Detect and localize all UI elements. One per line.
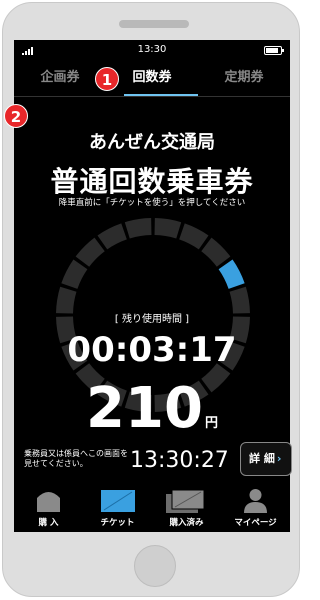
tab-planned-ticket[interactable]: 企画券	[14, 60, 106, 96]
ring-segment	[124, 218, 152, 239]
usage-notice: 降車直前に「チケットを使う」を押してください	[58, 198, 246, 208]
nav-item-mypage[interactable]: マイページ	[221, 484, 290, 532]
ticket-tabs: 企画券 回数券 定期券	[14, 60, 290, 96]
user-icon	[244, 489, 267, 513]
ring-segment	[201, 237, 231, 267]
ring-segment	[154, 218, 182, 239]
nav-item-purchased[interactable]: 購入済み	[152, 484, 221, 532]
detail-button[interactable]: 詳 細 ›	[240, 442, 292, 476]
tab-commuter-pass[interactable]: 定期券	[198, 60, 290, 96]
home-icon	[37, 492, 60, 512]
ring-segment	[75, 237, 105, 267]
nav-item-purchase[interactable]: 購 入	[14, 484, 83, 532]
phone-home-button[interactable]	[134, 545, 176, 587]
fare: 210 円	[14, 376, 290, 441]
bottom-navigation: 購 入 チケット 購入済み マイページ	[14, 484, 290, 532]
staff-instruction: 乗務員又は係員へこの画面を見せてください。	[24, 449, 128, 468]
chevron-right-icon: ›	[276, 452, 282, 465]
annotation-badge-1: 1	[95, 67, 119, 91]
purchased-tickets-icon	[166, 489, 205, 513]
ring-segment-active	[218, 259, 245, 289]
nav-label-purchased: 購入済み	[169, 518, 204, 528]
fare-unit: 円	[204, 416, 218, 431]
nav-label-ticket: チケット	[100, 518, 135, 528]
annotation-badge-2: 2	[4, 104, 28, 128]
remaining-time-value: 00:03:17	[67, 330, 237, 370]
ticket-icon	[101, 490, 135, 512]
ring-segment	[97, 223, 127, 250]
battery-icon	[264, 46, 284, 55]
ticket-title: 普通回数乗車券	[50, 165, 254, 198]
operator-name: あんぜん交通局	[89, 132, 215, 153]
nav-item-ticket[interactable]: チケット	[83, 484, 152, 532]
phone-speaker	[119, 20, 189, 28]
status-bar: 13:30	[14, 40, 290, 60]
current-clock: 13:30:27	[130, 448, 229, 473]
detail-button-label: 詳 細	[249, 452, 275, 465]
status-time: 13:30	[137, 44, 167, 55]
nav-label-purchase: 購 入	[38, 518, 59, 528]
remaining-time-label: [ 残り使用時間 ]	[114, 314, 190, 325]
nav-label-mypage: マイページ	[234, 518, 277, 528]
tab-coupon-ticket[interactable]: 回数券	[106, 60, 198, 96]
fare-value: 210	[86, 376, 203, 441]
ring-segment	[61, 259, 88, 289]
ring-segment	[179, 223, 209, 250]
tabs-divider	[14, 96, 290, 97]
